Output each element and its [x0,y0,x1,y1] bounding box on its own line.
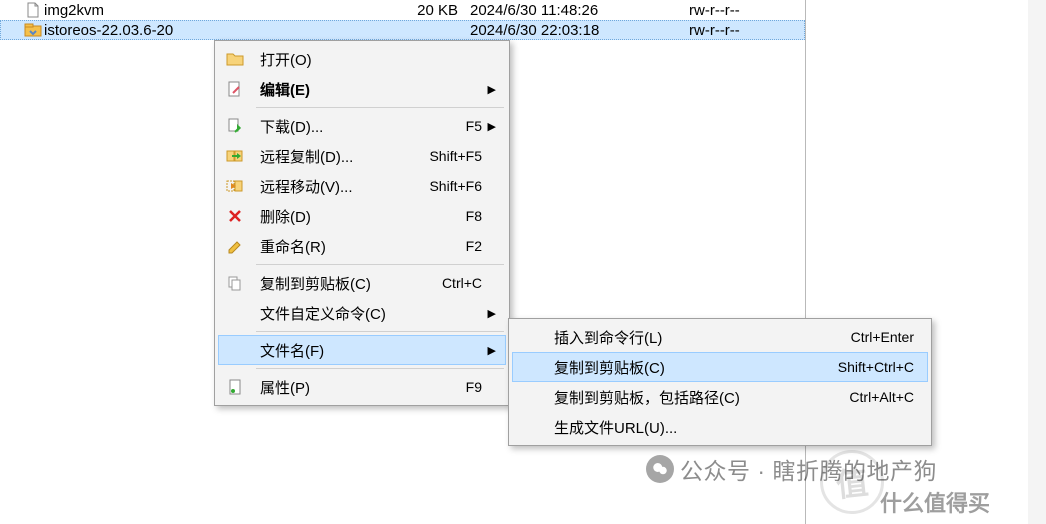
menu-label: 复制到剪贴板(C) [260,273,442,294]
file-perm: rw-r--r-- [679,22,779,39]
menu-shortcut: Ctrl+C [442,275,482,291]
menu-shortcut: F5 [466,118,482,134]
scroll-up-button[interactable] [1028,0,1046,18]
menu-label: 打开(O) [260,49,486,70]
menu-label: 文件名(F) [260,340,486,361]
menu-edit[interactable]: 编辑(E) ▶ [218,74,506,104]
submenu-copy-clipboard[interactable]: 复制到剪贴板(C) Shift+Ctrl+C [512,352,928,382]
menu-label: 下载(D)... [260,116,466,137]
properties-icon [224,376,246,398]
menu-shortcut: Shift+F6 [429,178,482,194]
menu-copy-clipboard[interactable]: 复制到剪贴板(C) Ctrl+C [218,268,506,298]
menu-label: 重命名(R) [260,236,466,257]
custom-cmd-icon [224,302,246,324]
file-size: 20 KB [374,2,464,19]
menu-shortcut: F2 [466,238,482,254]
remote-move-icon [224,175,246,197]
delete-icon [224,205,246,227]
file-name: img2kvm [44,2,374,19]
filename-submenu: 插入到命令行(L) Ctrl+Enter 复制到剪贴板(C) Shift+Ctr… [508,318,932,446]
file-name: istoreos-22.03.6-20 [44,22,374,39]
menu-label: 编辑(E) [260,79,486,100]
menu-remote-move[interactable]: 远程移动(V)... Shift+F6 [218,171,506,201]
copy-icon [224,272,246,294]
submenu-label: 复制到剪贴板，包括路径(C) [554,387,849,408]
folder-open-icon [224,48,246,70]
submenu-label: 插入到命令行(L) [554,327,851,348]
menu-separator [256,331,504,332]
context-menu: 打开(O) 编辑(E) ▶ 下载(D)... F5 ▶ 远程复制(D)... S… [214,40,510,406]
submenu-label: 复制到剪贴板(C) [554,357,838,378]
watermark-text: 公众号 · 瞎折腾的地产狗 [680,452,937,486]
menu-shortcut: F9 [466,379,482,395]
submenu-label: 生成文件URL(U)... [554,417,914,438]
menu-separator [256,368,504,369]
menu-label: 远程移动(V)... [260,176,429,197]
rename-icon [224,235,246,257]
submenu-shortcut: Shift+Ctrl+C [838,359,914,375]
watermark-line2: 什么值得买 [880,486,990,518]
submenu-insert-cmdline[interactable]: 插入到命令行(L) Ctrl+Enter [512,322,928,352]
menu-label: 属性(P) [260,377,466,398]
submenu-arrow-icon: ▶ [486,344,496,357]
submenu-arrow-icon: ▶ [486,307,496,320]
file-perm: rw-r--r-- [679,2,779,19]
submenu-arrow-icon: ▶ [486,120,496,133]
file-date: 2024/6/30 11:48:26 [464,2,679,19]
wechat-icon [646,455,674,483]
menu-filename[interactable]: 文件名(F) ▶ [218,335,506,365]
file-icon [22,1,44,19]
watermark-line1: 公众号 · 瞎折腾的地产狗 [646,452,937,486]
menu-separator [256,264,504,265]
remote-copy-icon [224,145,246,167]
menu-label: 文件自定义命令(C) [260,303,486,324]
menu-label: 删除(D) [260,206,466,227]
file-row[interactable]: istoreos-22.03.6-20 2024/6/30 22:03:18 r… [0,20,805,40]
file-row[interactable]: img2kvm 20 KB 2024/6/30 11:48:26 rw-r--r… [0,0,805,20]
watermark-text: 什么值得买 [880,486,990,518]
submenu-shortcut: Ctrl+Alt+C [849,389,914,405]
download-icon [224,115,246,137]
menu-properties[interactable]: 属性(P) F9 [218,372,506,402]
scroll-down-button[interactable] [1028,506,1046,524]
menu-open[interactable]: 打开(O) [218,44,506,74]
submenu-arrow-icon: ▶ [486,83,496,96]
edit-icon [224,78,246,100]
submenu-shortcut: Ctrl+Enter [851,329,914,345]
menu-download[interactable]: 下载(D)... F5 ▶ [218,111,506,141]
menu-remote-copy[interactable]: 远程复制(D)... Shift+F5 [218,141,506,171]
menu-separator [256,107,504,108]
menu-custom-command[interactable]: 文件自定义命令(C) ▶ [218,298,506,328]
submenu-copy-with-path[interactable]: 复制到剪贴板，包括路径(C) Ctrl+Alt+C [512,382,928,412]
menu-delete[interactable]: 删除(D) F8 [218,201,506,231]
menu-shortcut: F8 [466,208,482,224]
menu-label: 远程复制(D)... [260,146,429,167]
menu-rename[interactable]: 重命名(R) F2 [218,231,506,261]
package-icon [22,21,44,39]
scroll-track[interactable] [1028,18,1046,506]
file-date: 2024/6/30 22:03:18 [464,22,679,39]
menu-shortcut: Shift+F5 [429,148,482,164]
filename-icon [224,339,246,361]
submenu-generate-url[interactable]: 生成文件URL(U)... [512,412,928,442]
vertical-scrollbar[interactable] [1028,0,1046,524]
